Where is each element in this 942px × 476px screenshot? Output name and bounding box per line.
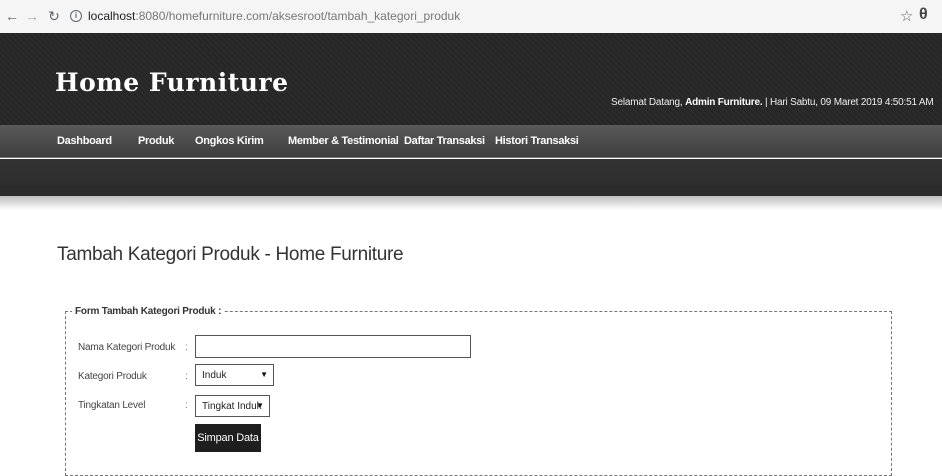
add-category-form: Form Tambah Kategori Produk : bbox=[65, 306, 892, 476]
site-logo[interactable]: Home Furniture bbox=[55, 68, 289, 97]
tingkatan-level-select[interactable]: Tingkat Induk ▼ bbox=[195, 395, 270, 417]
header-shadow bbox=[0, 196, 942, 210]
sub-menu-bar bbox=[0, 159, 942, 196]
forward-arrow-icon[interactable]: → bbox=[24, 8, 40, 24]
url-text: localhost:8080/homefurniture.com/aksesro… bbox=[88, 9, 460, 23]
url-host: localhost bbox=[88, 9, 136, 23]
menu-item-daftar-transaksi[interactable]: Daftar Transaksi bbox=[404, 135, 485, 147]
bookmark-star-icon[interactable]: ☆ bbox=[900, 7, 913, 25]
welcome-text: Selamat Datang, Admin Furniture. | Hari … bbox=[611, 97, 934, 108]
browser-menu-icon[interactable]: ⋮ bbox=[936, 7, 942, 24]
menu-item-produk[interactable]: Produk bbox=[138, 135, 174, 147]
welcome-prefix: Selamat Datang, bbox=[611, 97, 686, 108]
menu-item-member-testimonial[interactable]: Member & Testimonial bbox=[288, 135, 399, 147]
colon-separator: : bbox=[185, 371, 188, 382]
account-icon[interactable]: θ bbox=[919, 6, 928, 24]
tingkatan-level-label: Tingkatan Level bbox=[78, 400, 146, 411]
address-bar[interactable]: i localhost:8080/homefurniture.com/akses… bbox=[68, 5, 668, 27]
page-title: Tambah Kategori Produk - Home Furniture bbox=[57, 244, 404, 265]
reload-icon[interactable]: ↻ bbox=[46, 8, 62, 24]
colon-separator: : bbox=[185, 342, 188, 353]
menu-item-ongkos-kirim[interactable]: Ongkos Kirim bbox=[195, 135, 264, 147]
colon-separator: : bbox=[185, 400, 188, 411]
welcome-user: Admin Furniture. bbox=[685, 97, 763, 108]
kategori-produk-select[interactable]: Induk ▼ bbox=[195, 364, 274, 386]
info-icon[interactable]: i bbox=[70, 10, 82, 22]
kategori-produk-selected: Induk bbox=[202, 369, 227, 381]
welcome-datetime: | Hari Sabtu, 09 Maret 2019 4:50:51 AM bbox=[762, 97, 934, 108]
back-arrow-icon[interactable]: ← bbox=[4, 8, 20, 24]
menu-item-dashboard[interactable]: Dashboard bbox=[57, 135, 112, 147]
url-path: :8080/homefurniture.com/aksesroot/tambah… bbox=[135, 9, 461, 23]
menu-item-histori-transaksi[interactable]: Histori Transaksi bbox=[495, 135, 579, 147]
nama-kategori-label: Nama Kategori Produk bbox=[78, 342, 176, 353]
site-header: Home Furniture Selamat Datang, Admin Fur… bbox=[0, 33, 942, 125]
dropdown-arrow-icon: ▼ bbox=[260, 370, 268, 379]
main-menu: Dashboard Produk Ongkos Kirim Member & T… bbox=[0, 125, 942, 158]
simpan-data-button[interactable]: Simpan Data bbox=[195, 424, 261, 452]
browser-toolbar: ← → ↻ i localhost:8080/homefurniture.com… bbox=[0, 0, 942, 33]
nama-kategori-input[interactable] bbox=[195, 335, 471, 358]
tingkatan-level-selected: Tingkat Induk bbox=[202, 400, 262, 412]
form-legend: Form Tambah Kategori Produk : bbox=[75, 306, 222, 317]
dropdown-arrow-icon: ▼ bbox=[256, 401, 264, 410]
kategori-produk-label: Kategori Produk bbox=[78, 371, 147, 382]
